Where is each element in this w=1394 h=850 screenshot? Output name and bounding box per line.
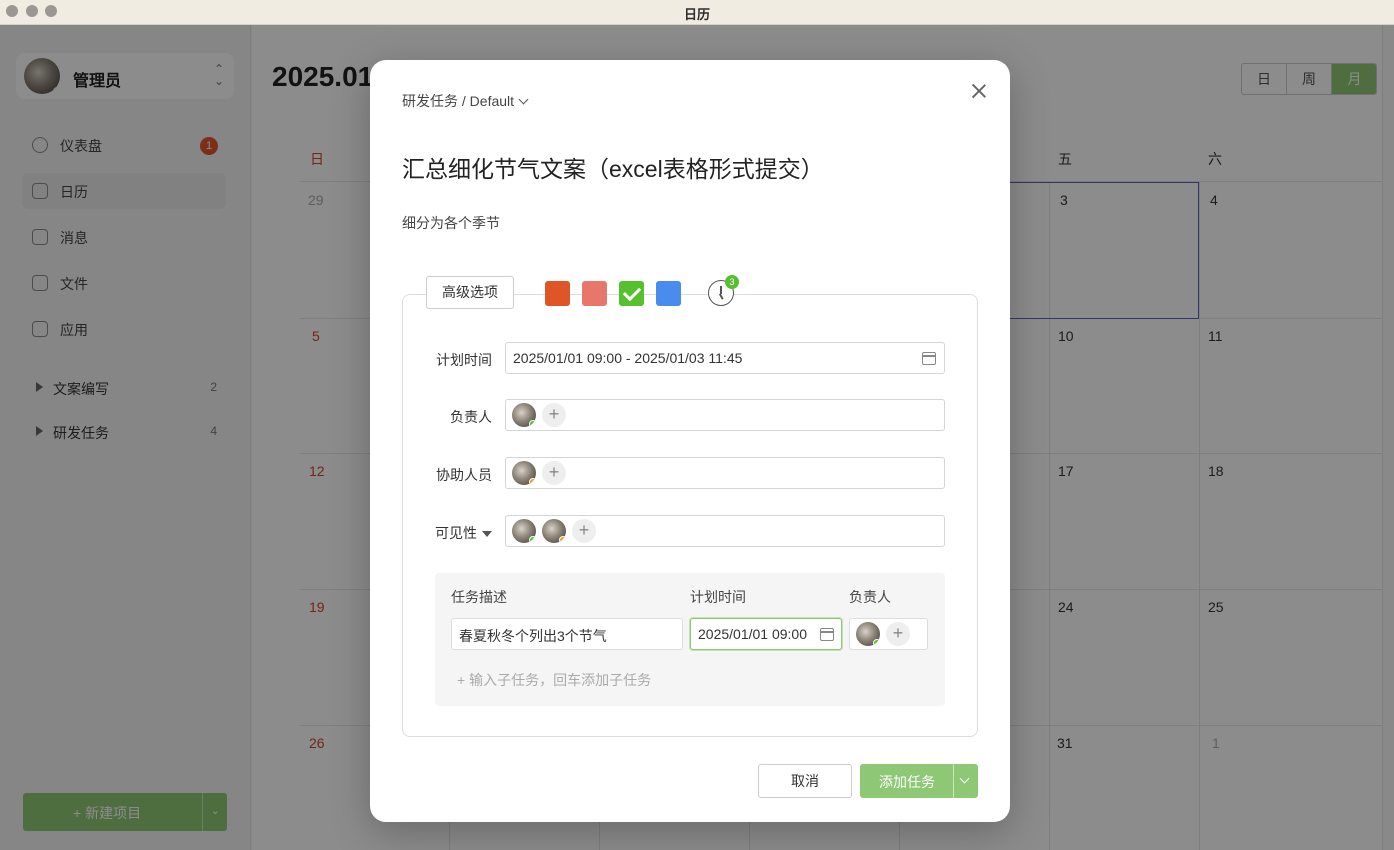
subtask-time-value: 2025/01/01 09:00 bbox=[698, 626, 807, 642]
add-assistant-button[interactable]: + bbox=[542, 461, 566, 485]
button-divider bbox=[953, 764, 954, 798]
task-dialog: 研发任务 / Default 汇总细化节气文案（excel表格形式提交） 细分为… bbox=[370, 60, 1010, 822]
owner-avatar[interactable] bbox=[512, 403, 536, 427]
owner-label: 负责人 bbox=[450, 409, 492, 425]
chevron-down-icon[interactable] bbox=[959, 773, 970, 784]
subtask-header-desc: 任务描述 bbox=[451, 589, 507, 605]
plan-time-label: 计划时间 bbox=[436, 352, 492, 368]
owner-field[interactable]: + bbox=[505, 399, 945, 431]
away-status-dot bbox=[559, 536, 566, 543]
project-breadcrumb[interactable]: 研发任务 / Default bbox=[402, 91, 529, 111]
online-status-dot bbox=[873, 639, 880, 646]
subtask-header-owner: 负责人 bbox=[849, 589, 891, 605]
assistants-label: 协助人员 bbox=[436, 467, 492, 483]
add-subtask-owner-button[interactable]: + bbox=[886, 622, 910, 646]
subtask-owner-avatar[interactable] bbox=[856, 622, 880, 646]
assistant-avatar[interactable] bbox=[512, 461, 536, 485]
close-icon[interactable] bbox=[968, 80, 990, 102]
subtask-owner-field[interactable]: + bbox=[849, 618, 928, 650]
window-titlebar: 日历 bbox=[0, 0, 1394, 25]
visibility-field[interactable]: + bbox=[505, 515, 945, 547]
assistants-field[interactable]: + bbox=[505, 457, 945, 489]
advanced-options-button[interactable]: 高级选项 bbox=[426, 276, 514, 309]
window-title: 日历 bbox=[683, 7, 710, 22]
breadcrumb-text: 研发任务 / Default bbox=[402, 93, 515, 109]
color-swatch-salmon[interactable] bbox=[582, 281, 607, 306]
caret-down-icon bbox=[482, 531, 492, 537]
visible-user-avatar[interactable] bbox=[542, 519, 566, 543]
calendar-icon[interactable] bbox=[820, 628, 834, 641]
add-visible-user-button[interactable]: + bbox=[572, 519, 596, 543]
new-subtask-input[interactable]: + 输入子任务，回车添加子任务 bbox=[457, 670, 651, 690]
task-title[interactable]: 汇总细化节气文案（excel表格形式提交） bbox=[402, 150, 824, 184]
color-swatch-green-selected[interactable] bbox=[619, 281, 644, 306]
visible-user-avatar[interactable] bbox=[512, 519, 536, 543]
chevron-down-icon bbox=[518, 94, 529, 105]
add-task-label: 添加任务 bbox=[879, 774, 935, 790]
calendar-icon[interactable] bbox=[922, 352, 936, 365]
plan-time-field[interactable]: 2025/01/01 09:00 - 2025/01/03 11:45 bbox=[505, 342, 945, 374]
color-swatch-blue[interactable] bbox=[656, 281, 681, 306]
reminder-count-badge: 3 bbox=[725, 275, 739, 289]
plan-time-value: 2025/01/01 09:00 - 2025/01/03 11:45 bbox=[513, 350, 743, 366]
visibility-label: 可见性 bbox=[435, 525, 477, 541]
add-owner-button[interactable]: + bbox=[542, 403, 566, 427]
subtask-header-time: 计划时间 bbox=[690, 589, 746, 605]
away-status-dot bbox=[529, 478, 536, 485]
subtask-desc-value: 春夏秋冬个列出3个节气 bbox=[459, 628, 607, 644]
color-swatch-orange[interactable] bbox=[545, 281, 570, 306]
subtask-time-input[interactable]: 2025/01/01 09:00 bbox=[690, 618, 842, 650]
online-status-dot bbox=[529, 420, 536, 427]
subtasks-panel: 任务描述 计划时间 负责人 春夏秋冬个列出3个节气 2025/01/01 09:… bbox=[435, 573, 945, 706]
online-status-dot bbox=[529, 536, 536, 543]
subtask-desc-input[interactable]: 春夏秋冬个列出3个节气 bbox=[451, 618, 683, 650]
add-task-button[interactable]: 添加任务 bbox=[860, 764, 978, 798]
visibility-dropdown[interactable]: 可见性 bbox=[402, 523, 492, 543]
task-description[interactable]: 细分为各个季节 bbox=[402, 213, 500, 233]
cancel-button[interactable]: 取消 bbox=[758, 764, 852, 798]
